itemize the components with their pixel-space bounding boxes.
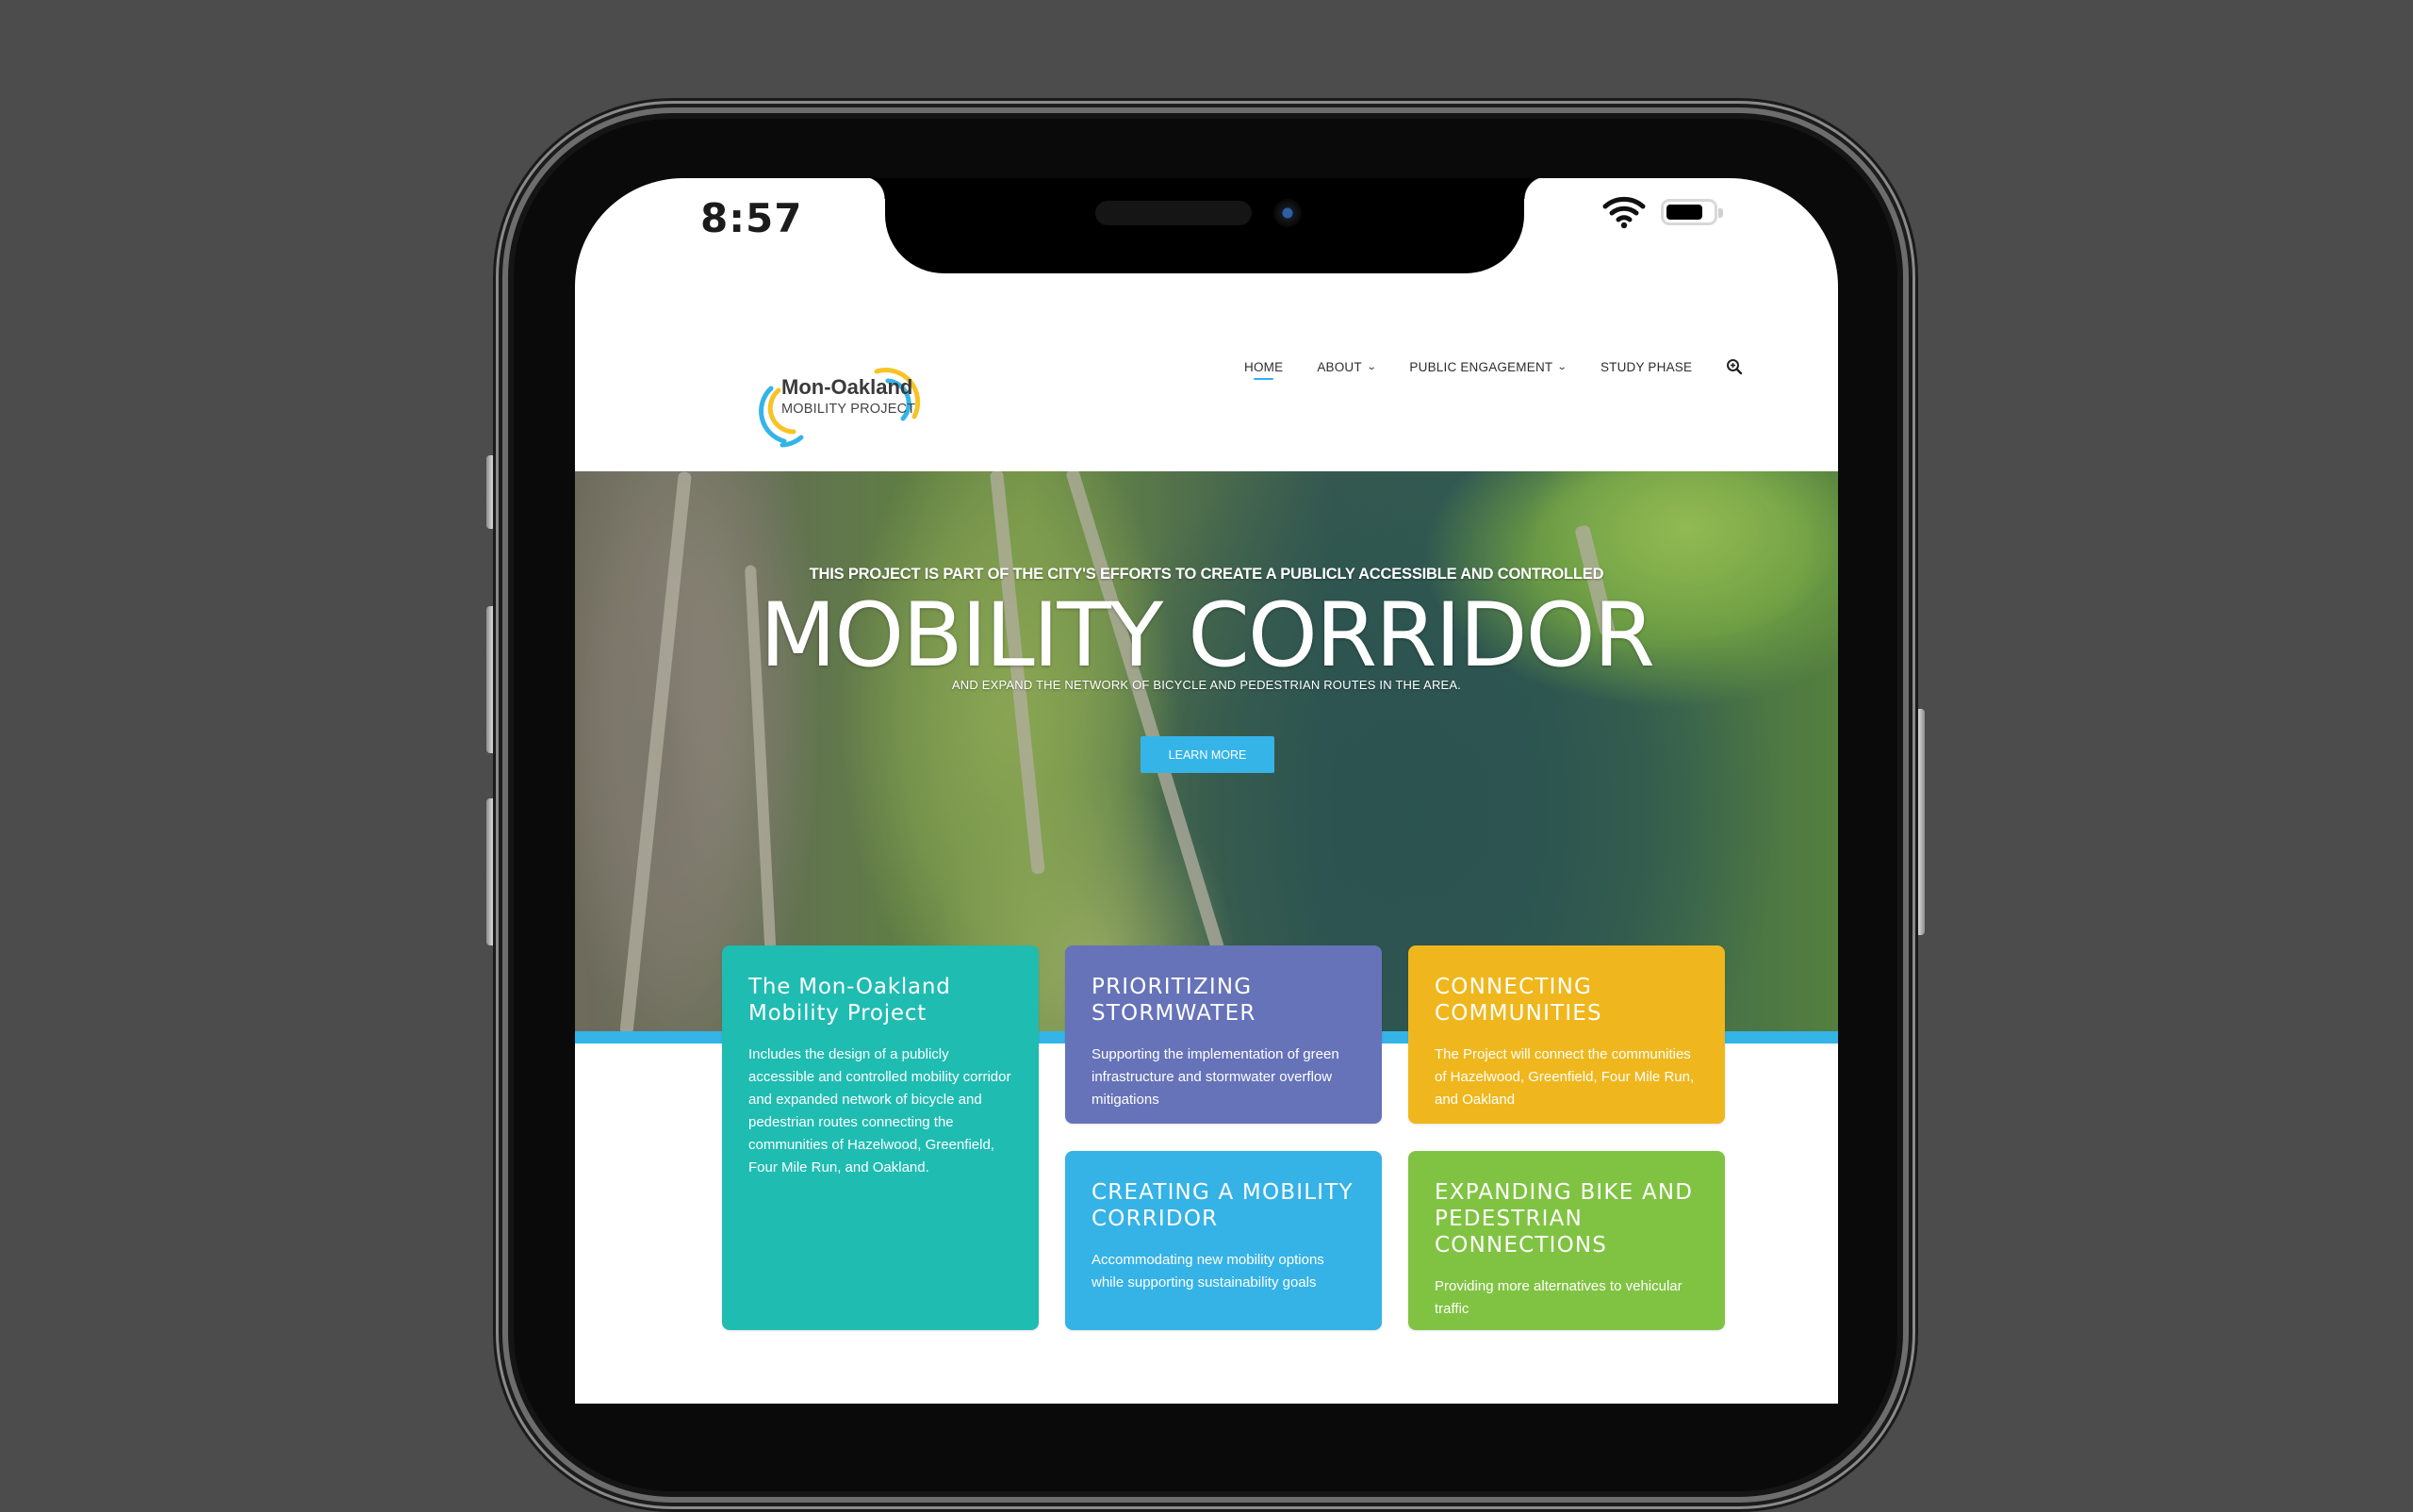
battery-level bbox=[1666, 205, 1703, 220]
phone-screen: 8:57 Mon-Oakland MOBILITY PROJECT HOME A… bbox=[575, 178, 1838, 1404]
card-text: The Project will connect the communities… bbox=[1435, 1046, 1695, 1108]
card-text: Includes the design of a publicly access… bbox=[748, 1046, 1011, 1175]
nav-public-engagement[interactable]: PUBLIC ENGAGEMENT ⌄ bbox=[1409, 359, 1568, 374]
card-title: PRIORITIZING STORMWATER bbox=[1092, 975, 1256, 1026]
logo-title: Mon-Oakland bbox=[781, 375, 913, 399]
nav-home[interactable]: HOME bbox=[1244, 359, 1284, 380]
card-title: The Mon-Oakland Mobility Project bbox=[748, 975, 951, 1026]
main-nav: HOME ABOUT ⌄ PUBLIC ENGAGEMENT ⌄ STUDY P… bbox=[1244, 358, 1743, 380]
chevron-down-icon: ⌄ bbox=[1366, 361, 1377, 372]
card-text: Supporting the implementation of green i… bbox=[1092, 1046, 1339, 1108]
nav-about-label: ABOUT bbox=[1317, 359, 1362, 374]
nav-public-engagement-label: PUBLIC ENGAGEMENT bbox=[1409, 359, 1553, 374]
card-expanding-bike-pedestrian[interactable]: EXPANDING BIKE AND PEDESTRIAN CONNECTION… bbox=[1408, 1151, 1725, 1330]
hero-title: MOBILITY CORRIDOR bbox=[760, 584, 1655, 687]
card-creating-mobility-corridor[interactable]: CREATING A MOBILITY CORRIDOR Accommodati… bbox=[1065, 1151, 1382, 1330]
card-title: CREATING A MOBILITY CORRIDOR bbox=[1092, 1180, 1354, 1231]
card-prioritizing-stormwater[interactable]: PRIORITIZING STORMWATER Supporting the i… bbox=[1065, 945, 1382, 1124]
logo-subtitle: MOBILITY PROJECT bbox=[781, 402, 916, 417]
hero-subtitle-bottom: AND EXPAND THE NETWORK OF BICYCLE AND PE… bbox=[951, 678, 1462, 692]
status-time: 8:57 bbox=[700, 195, 803, 241]
card-mon-oakland-project[interactable]: The Mon-Oakland Mobility Project Include… bbox=[722, 945, 1039, 1330]
earpiece-speaker bbox=[1095, 201, 1252, 225]
learn-more-button[interactable]: LEARN MORE bbox=[1141, 736, 1274, 773]
card-title: CONNECTING COMMUNITIES bbox=[1435, 975, 1602, 1026]
front-camera bbox=[1273, 199, 1302, 227]
site-logo[interactable]: Mon-Oakland MOBILITY PROJECT bbox=[745, 362, 933, 452]
notch bbox=[862, 178, 1547, 273]
battery-icon bbox=[1661, 199, 1723, 225]
nav-about[interactable]: ABOUT ⌄ bbox=[1317, 359, 1377, 374]
search-icon[interactable] bbox=[1726, 358, 1743, 375]
nav-home-label: HOME bbox=[1244, 359, 1284, 374]
card-text: Accommodating new mobility options while… bbox=[1092, 1252, 1324, 1290]
chevron-down-icon: ⌄ bbox=[1557, 361, 1568, 372]
nav-study-phase[interactable]: STUDY PHASE bbox=[1600, 360, 1692, 374]
hero-subtitle-top: THIS PROJECT IS PART OF THE CITY'S EFFOR… bbox=[809, 566, 1604, 583]
card-text: Providing more alternatives to vehicular… bbox=[1435, 1278, 1683, 1317]
wifi-icon bbox=[1602, 196, 1646, 229]
card-connecting-communities[interactable]: CONNECTING COMMUNITIES The Project will … bbox=[1408, 945, 1725, 1124]
nav-study-phase-label: STUDY PHASE bbox=[1600, 359, 1693, 374]
status-icons bbox=[1602, 195, 1723, 229]
card-title: EXPANDING BIKE AND PEDESTRIAN CONNECTION… bbox=[1435, 1180, 1694, 1257]
